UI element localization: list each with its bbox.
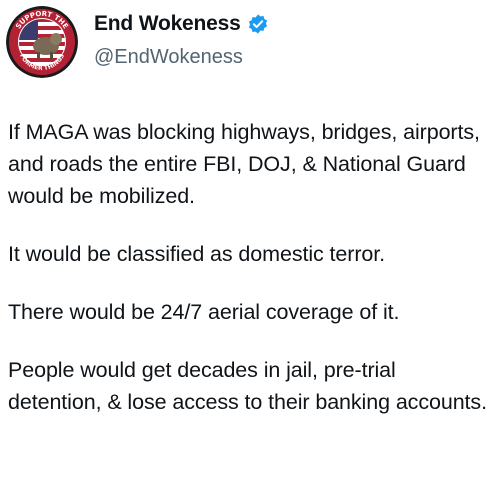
tweet-paragraph: If MAGA was blocking highways, bridges, … <box>8 120 480 208</box>
tweet-paragraph: People would get decades in jail, pre-tr… <box>8 358 487 414</box>
tweet-paragraph: It would be classified as domestic terro… <box>8 242 385 266</box>
handle[interactable]: @EndWokeness <box>94 46 243 69</box>
name-row: End Wokeness <box>94 12 269 36</box>
tweet-paragraph: There would be 24/7 aerial coverage of i… <box>8 300 400 324</box>
avatar-logo-icon: SUPPORT THE FORMER THINGS <box>6 6 78 78</box>
tweet-header: SUPPORT THE FORMER THINGS End Wokeness @… <box>6 6 486 78</box>
verified-badge-icon <box>247 13 269 35</box>
avatar[interactable]: SUPPORT THE FORMER THINGS <box>6 6 78 78</box>
display-name[interactable]: End Wokeness <box>94 12 241 36</box>
tweet-text: If MAGA was blocking highways, bridges, … <box>8 116 490 444</box>
